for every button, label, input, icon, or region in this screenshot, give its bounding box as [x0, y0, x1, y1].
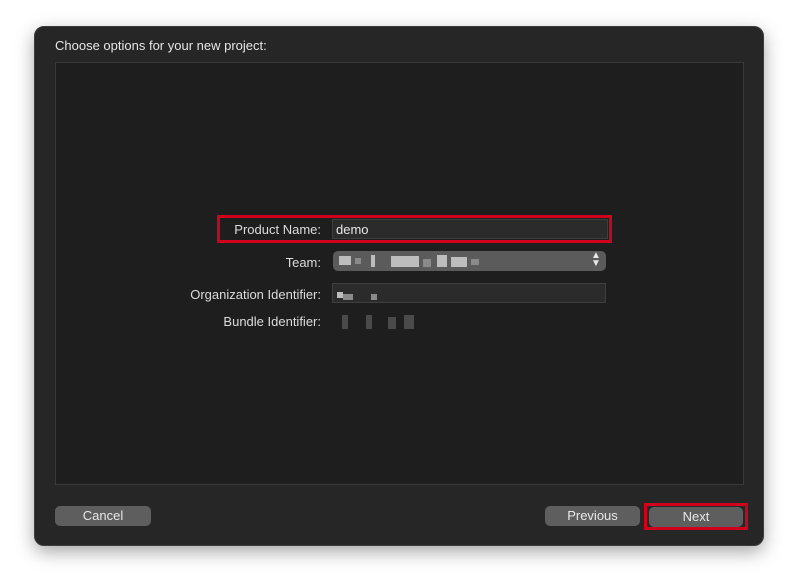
bundle-identifier-label: Bundle Identifier:: [223, 314, 321, 329]
redacted-team-block: [339, 256, 351, 265]
redacted-bundle-block: [342, 315, 348, 329]
new-project-dialog: Choose options for your new project: Pro…: [34, 26, 764, 546]
product-name-label: Product Name:: [234, 222, 321, 237]
cancel-button[interactable]: Cancel: [55, 506, 151, 526]
dialog-title: Choose options for your new project:: [55, 38, 267, 53]
redacted-bundle-block: [366, 315, 372, 329]
organization-identifier-input[interactable]: [332, 283, 606, 303]
redacted-org-block: [371, 294, 377, 300]
team-popup[interactable]: ▲ ▼: [333, 251, 606, 271]
bundle-identifier-value: [336, 313, 426, 331]
options-panel: Product Name: Team: ▲▼ Organization Iden…: [55, 62, 744, 485]
redacted-team-block: [437, 255, 447, 267]
next-button[interactable]: Next: [649, 507, 743, 527]
redacted-team-block: [451, 257, 467, 267]
redacted-bundle-block: [388, 317, 396, 329]
chevron-up-down-icon: ▲ ▼: [591, 250, 601, 269]
team-label: Team:: [285, 255, 321, 270]
product-name-input[interactable]: [332, 219, 608, 239]
redacted-team-block: [391, 256, 419, 267]
redacted-team-block: [371, 255, 375, 267]
redacted-team-block: [355, 258, 361, 264]
redacted-team-block: [471, 259, 479, 265]
previous-button[interactable]: Previous: [545, 506, 640, 526]
organization-identifier-label: Organization Identifier:: [190, 287, 321, 302]
redacted-bundle-block: [404, 315, 414, 329]
redacted-team-block: [423, 259, 431, 267]
redacted-org-block: [343, 294, 353, 300]
